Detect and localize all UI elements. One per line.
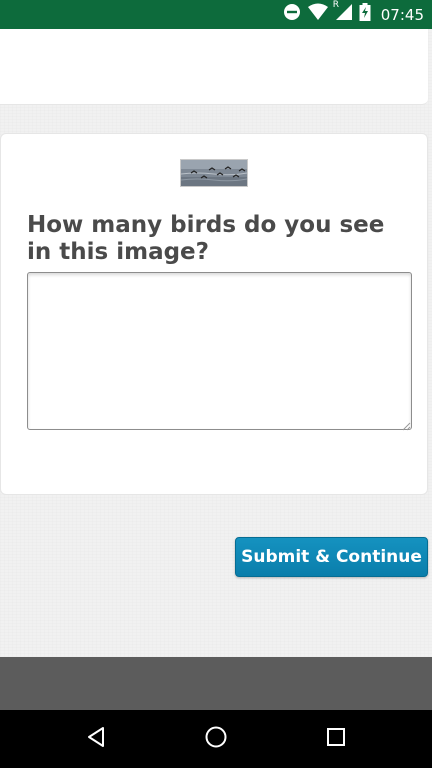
status-icons: R 07:45	[283, 0, 424, 29]
home-icon	[204, 725, 228, 754]
wifi-icon	[307, 3, 329, 26]
roaming-indicator: R	[332, 0, 340, 10]
clock: 07:45	[380, 5, 424, 24]
status-bar: R 07:45	[0, 0, 432, 29]
back-icon	[84, 725, 108, 754]
previous-card	[0, 29, 428, 105]
submit-continue-button[interactable]: Submit & Continue	[235, 537, 428, 577]
back-button[interactable]	[81, 724, 111, 754]
signal-icon: R	[332, 0, 353, 26]
do-not-disturb-icon	[283, 3, 301, 26]
recents-icon	[324, 725, 348, 754]
answer-textarea[interactable]	[27, 272, 412, 430]
home-button[interactable]	[201, 724, 231, 754]
question-card: How many birds do you see in this image?	[0, 133, 428, 495]
battery-charging-icon	[359, 3, 371, 26]
recents-button[interactable]	[321, 724, 351, 754]
resize-grip-icon[interactable]	[401, 418, 411, 431]
footer-bar	[0, 657, 432, 710]
bird-image	[180, 159, 248, 187]
question-text: How many birds do you see in this image?	[27, 212, 385, 265]
navigation-bar	[0, 710, 432, 768]
